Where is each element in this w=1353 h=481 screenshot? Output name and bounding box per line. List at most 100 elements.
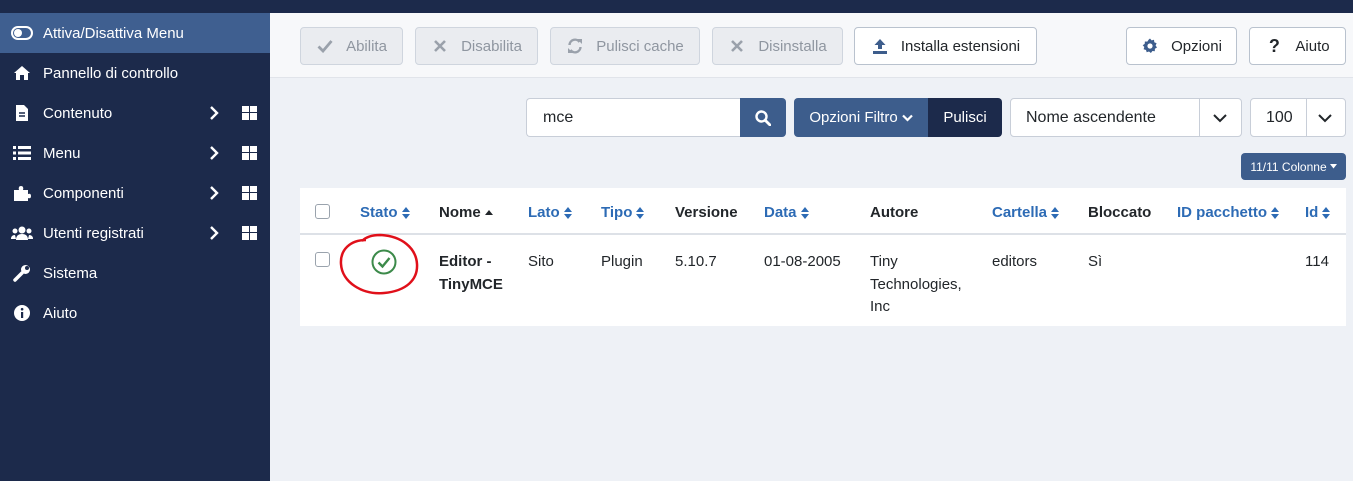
chevron-right-icon[interactable] bbox=[207, 106, 221, 120]
sidebar-item-label: Componenti bbox=[43, 184, 124, 202]
extensions-table: Stato Nome Lato Tipo Versione Data Autor… bbox=[300, 188, 1346, 326]
help-label: Aiuto bbox=[1295, 37, 1330, 55]
column-header-label: Versione bbox=[675, 204, 738, 221]
author-line: Technologies, bbox=[870, 275, 962, 293]
author-line: Inc bbox=[870, 298, 891, 315]
column-header-label: Cartella bbox=[992, 204, 1048, 221]
sidebar-item-toggle-menu[interactable]: Attiva/Disattiva Menu bbox=[0, 13, 270, 53]
column-header-label: Nome bbox=[439, 204, 481, 221]
sidebar-item-users[interactable]: Utenti registrati bbox=[0, 213, 270, 253]
sort-icon bbox=[1051, 206, 1060, 219]
column-header-name[interactable]: Nome bbox=[439, 204, 493, 221]
sidebar-item-menus[interactable]: Menu bbox=[0, 133, 270, 173]
dashboard-grid-icon[interactable] bbox=[242, 106, 257, 120]
chevron-right-icon[interactable] bbox=[207, 146, 221, 160]
sort-icon bbox=[563, 206, 572, 219]
cell-id: 114 bbox=[1305, 253, 1329, 270]
search-input[interactable] bbox=[526, 98, 740, 137]
select-divider bbox=[1306, 99, 1307, 136]
column-header-date[interactable]: Data bbox=[764, 204, 809, 221]
columns-toggle-label: 11/11 Colonne bbox=[1250, 159, 1327, 174]
sort-icon bbox=[1322, 206, 1331, 219]
sort-icon bbox=[1271, 206, 1280, 219]
chevron-down-icon bbox=[1318, 114, 1332, 123]
enable-button[interactable]: Abilita bbox=[300, 27, 403, 65]
column-header-author: Autore bbox=[870, 204, 918, 221]
clear-cache-button[interactable]: Pulisci cache bbox=[550, 27, 700, 65]
dashboard-grid-icon[interactable] bbox=[242, 226, 257, 240]
puzzle-icon bbox=[11, 184, 33, 202]
extension-name-link[interactable]: Editor - TinyMCE bbox=[439, 251, 503, 296]
clear-cache-label: Pulisci cache bbox=[596, 37, 684, 55]
uninstall-button[interactable]: Disinstalla bbox=[712, 27, 843, 65]
column-header-label: Id bbox=[1305, 204, 1319, 221]
sidebar-item-label: Contenuto bbox=[43, 104, 113, 122]
question-icon: ? bbox=[1268, 35, 1280, 56]
disable-label: Disabilita bbox=[461, 37, 522, 55]
chevron-down-icon bbox=[1213, 114, 1227, 123]
cell-folder: editors bbox=[992, 253, 1038, 270]
file-icon bbox=[11, 104, 33, 122]
help-button[interactable]: ? Aiuto bbox=[1249, 27, 1346, 65]
sidebar-item-help[interactable]: Aiuto bbox=[0, 293, 270, 333]
sidebar-item-system[interactable]: Sistema bbox=[0, 253, 270, 293]
column-header-side[interactable]: Lato bbox=[528, 204, 572, 221]
column-header-package-id[interactable]: ID pacchetto bbox=[1177, 204, 1280, 221]
columns-toggle-button[interactable]: 11/11 Colonne bbox=[1241, 153, 1346, 180]
clear-filters-button[interactable]: Pulisci bbox=[928, 98, 1002, 137]
list-icon bbox=[11, 144, 33, 162]
column-header-locked: Bloccato bbox=[1088, 204, 1151, 221]
select-divider bbox=[1199, 99, 1200, 136]
sidebar-item-label: Pannello di controllo bbox=[43, 64, 179, 82]
clear-filters-label: Pulisci bbox=[943, 109, 987, 126]
chevron-down-icon bbox=[901, 114, 913, 122]
limit-select-value: 100 bbox=[1266, 108, 1293, 126]
sidebar-item-content[interactable]: Contenuto bbox=[0, 93, 270, 133]
options-button[interactable]: Opzioni bbox=[1126, 27, 1237, 65]
times-icon bbox=[431, 37, 449, 55]
sidebar-item-label: Sistema bbox=[43, 264, 98, 282]
chevron-right-icon[interactable] bbox=[207, 186, 221, 200]
filter-options-button[interactable]: Opzioni Filtro bbox=[794, 98, 928, 137]
sidebar: Attiva/Disattiva Menu Pannello di contro… bbox=[0, 0, 270, 481]
header-bar bbox=[270, 0, 1353, 13]
column-header-label: Stato bbox=[360, 204, 398, 221]
table-header: Stato Nome Lato Tipo Versione Data Autor… bbox=[300, 188, 1346, 235]
sidebar-item-components[interactable]: Componenti bbox=[0, 173, 270, 213]
column-header-id[interactable]: Id bbox=[1305, 204, 1331, 221]
sidebar-item-label: Menu bbox=[43, 144, 81, 162]
select-all-checkbox[interactable] bbox=[315, 204, 330, 219]
install-extensions-button[interactable]: Installa estensioni bbox=[854, 27, 1037, 65]
sidebar-item-label: Utenti registrati bbox=[43, 224, 144, 242]
author-line: Tiny bbox=[870, 253, 898, 270]
column-header-version: Versione bbox=[675, 204, 738, 221]
chevron-right-icon[interactable] bbox=[207, 226, 221, 240]
sort-icon bbox=[636, 206, 645, 219]
uninstall-label: Disinstalla bbox=[758, 37, 827, 55]
column-header-folder[interactable]: Cartella bbox=[992, 204, 1060, 221]
column-header-label: Bloccato bbox=[1088, 204, 1152, 221]
disable-button[interactable]: Disabilita bbox=[415, 27, 538, 65]
dashboard-grid-icon[interactable] bbox=[242, 186, 257, 200]
sort-icon bbox=[800, 206, 809, 219]
search-button[interactable] bbox=[740, 98, 786, 137]
enable-label: Abilita bbox=[346, 37, 387, 55]
check-icon bbox=[316, 37, 334, 55]
sort-select[interactable]: Nome ascendente bbox=[1010, 98, 1242, 137]
column-header-type[interactable]: Tipo bbox=[601, 204, 645, 221]
toolbar: Abilita Disabilita Pulisci cache Disinst… bbox=[270, 13, 1353, 78]
sort-asc-icon bbox=[484, 209, 493, 215]
sync-icon bbox=[566, 37, 584, 55]
limit-select[interactable]: 100 bbox=[1250, 98, 1346, 137]
cell-side: Sito bbox=[528, 253, 554, 270]
options-label: Opzioni bbox=[1171, 37, 1222, 55]
column-header-label: Data bbox=[764, 204, 797, 221]
cell-version: 5.10.7 bbox=[675, 253, 717, 270]
wrench-icon bbox=[11, 264, 33, 282]
dashboard-grid-icon[interactable] bbox=[242, 146, 257, 160]
sidebar-item-dashboard[interactable]: Pannello di controllo bbox=[0, 53, 270, 93]
row-checkbox[interactable] bbox=[315, 252, 330, 267]
column-header-status[interactable]: Stato bbox=[360, 204, 410, 221]
sidebar-item-label: Attiva/Disattiva Menu bbox=[43, 24, 184, 42]
red-annotation-circle bbox=[339, 233, 419, 295]
